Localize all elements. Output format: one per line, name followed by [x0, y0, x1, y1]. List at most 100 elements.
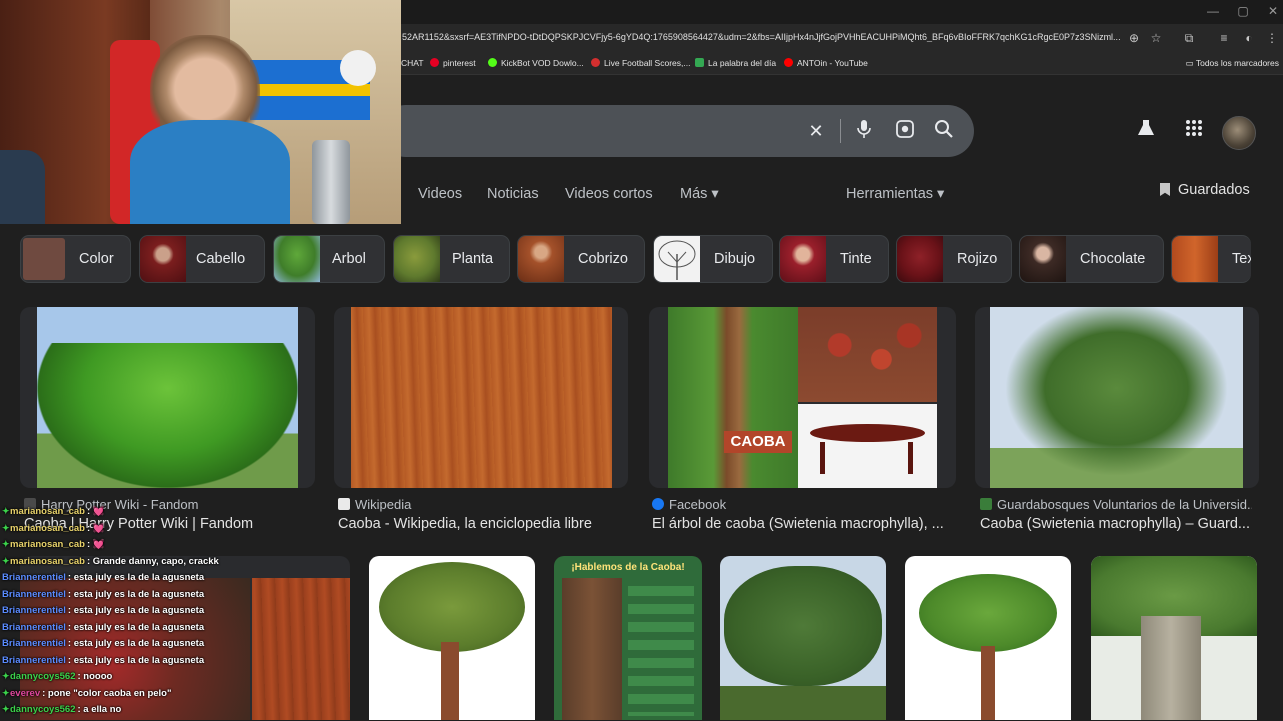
youtube-icon	[784, 58, 793, 67]
result-source[interactable]: Facebook	[652, 497, 726, 512]
chip-thumbnail	[897, 236, 943, 282]
bookmark-item[interactable]: La palabra del día	[695, 58, 776, 68]
camera-lens-icon[interactable]	[893, 119, 917, 143]
chat-message: Briannerentiel: esta july es la de la ag…	[2, 638, 205, 649]
menu-dots-icon[interactable]: ⋮	[1263, 29, 1281, 47]
bookmark-item[interactable]: CHAT	[401, 58, 424, 68]
chip-label: Tinte	[840, 251, 872, 267]
chip-thumbnail	[140, 236, 186, 282]
result-image-card[interactable]	[369, 556, 535, 720]
chip-cobrizo[interactable]: Cobrizo	[517, 235, 645, 283]
chat-message: ✦dannycoys562: a ella no	[2, 704, 122, 715]
tab-noticias[interactable]: Noticias	[487, 186, 539, 202]
chat-message: Briannerentiel: esta july es la de la ag…	[2, 572, 205, 583]
result-image-card[interactable]	[334, 307, 628, 488]
chip-arbol[interactable]: Arbol	[273, 235, 385, 283]
tree-bark	[562, 578, 622, 720]
close-icon[interactable]: ✕	[804, 119, 828, 143]
chip-label: Color	[79, 251, 114, 267]
chat-message: Briannerentiel: esta july es la de la ag…	[2, 605, 205, 616]
football-ball	[340, 50, 376, 86]
ground	[720, 686, 886, 720]
chip-label: Cabello	[196, 251, 246, 267]
tree-trunk	[441, 642, 459, 720]
foreground-object	[0, 150, 45, 224]
pinterest-icon	[430, 58, 439, 67]
labs-flask-icon[interactable]	[1133, 118, 1159, 144]
result-image	[724, 566, 882, 686]
result-image	[351, 307, 612, 488]
chip-thumbnail	[518, 236, 564, 282]
chat-message: ✦marianosan_cab: 💓	[2, 539, 105, 550]
stream-chat-overlay: ✦marianosan_cab: 💓 ✦marianosan_cab: 💓 ✦m…	[2, 506, 342, 721]
close-window-icon[interactable]: ✕	[1258, 2, 1283, 20]
chip-label: Rojizo	[957, 251, 998, 267]
chip-thumbnail	[780, 236, 826, 282]
saved-button[interactable]: Guardados	[1160, 182, 1250, 198]
chip-chocolate[interactable]: Chocolate	[1019, 235, 1164, 283]
result-image	[37, 307, 298, 488]
result-source[interactable]: Wikipedia	[338, 497, 411, 512]
tree-trunk	[1141, 616, 1201, 720]
chip-thumbnail	[23, 238, 65, 280]
profile-icon[interactable]: ◐	[1240, 29, 1258, 47]
chip-label: Tex	[1232, 251, 1251, 267]
bookmark-item[interactable]: KickBot VOD Dowlo...	[488, 58, 584, 68]
result-image	[379, 562, 525, 652]
chip-cabello[interactable]: Cabello	[139, 235, 265, 283]
result-title[interactable]: El árbol de caoba (Swietenia macrophylla…	[652, 516, 952, 532]
chat-message: Briannerentiel: esta july es la de la ag…	[2, 621, 205, 633]
result-image-card[interactable]: ¡Hablemos de la Caoba!	[554, 556, 702, 720]
guardabosques-icon	[980, 498, 992, 510]
chat-message: ✦marianosan_cab: 💓	[2, 506, 105, 517]
chip-rojizo[interactable]: Rojizo	[896, 235, 1012, 283]
caoba-overlay-label: CAOBA	[724, 431, 792, 453]
tab-videos-cortos[interactable]: Videos cortos	[565, 186, 653, 202]
palabra-icon	[695, 58, 704, 67]
result-source[interactable]: Guardabosques Voluntarios de la Universi…	[980, 497, 1252, 512]
search-input[interactable]: ✕	[380, 105, 974, 157]
result-image-card[interactable]: CAOBA	[649, 307, 956, 488]
zoom-icon[interactable]: ⊕	[1125, 29, 1143, 47]
chip-tex[interactable]: Tex	[1171, 235, 1251, 283]
result-image-card[interactable]	[1091, 556, 1257, 720]
tab-mas[interactable]: Más ▾	[680, 186, 719, 202]
maximize-icon[interactable]: ▢	[1228, 2, 1258, 20]
result-title[interactable]: Caoba - Wikipedia, la enciclopedia libre	[338, 516, 638, 532]
media-controls-icon[interactable]: ≡	[1215, 29, 1233, 47]
chat-message: Briannerentiel: esta july es la de la ag…	[2, 588, 205, 600]
result-image-card[interactable]	[975, 307, 1259, 488]
bookmark-item[interactable]: Live Football Scores,...	[591, 58, 690, 68]
chip-planta[interactable]: Planta	[393, 235, 510, 283]
facebook-icon	[652, 498, 664, 510]
star-bookmark-icon[interactable]: ☆	[1147, 29, 1165, 47]
url-text[interactable]: 52AR1152&sxsrf=AE3TifNPDO-tDtDQPSKPJCVFj…	[402, 32, 1120, 42]
chip-color[interactable]: Color	[20, 235, 131, 283]
result-image-card[interactable]	[20, 307, 315, 488]
apps-grid-icon[interactable]	[1181, 118, 1207, 144]
tab-videos[interactable]: Videos	[418, 186, 462, 202]
bookmark-item[interactable]: ANTOin - YouTube	[784, 58, 868, 68]
chat-message: ✦marianosan_cab: 💓	[2, 522, 105, 534]
search-icon[interactable]	[932, 119, 956, 143]
chip-tinte[interactable]: Tinte	[779, 235, 889, 283]
mic-icon[interactable]	[852, 119, 876, 143]
minimize-icon[interactable]: —	[1198, 2, 1228, 20]
extensions-icon[interactable]: ⧉	[1180, 29, 1198, 47]
chip-dibujo[interactable]: Dibujo	[653, 235, 773, 283]
chat-message: ✦marianosan_cab: Grande danny, capo, cra…	[2, 555, 219, 567]
result-image	[919, 574, 1057, 652]
chip-label: Cobrizo	[578, 251, 628, 267]
result-title[interactable]: Caoba (Swietenia macrophylla) – Guard...	[980, 516, 1255, 532]
result-image-card[interactable]	[720, 556, 886, 720]
chip-label: Arbol	[332, 251, 366, 267]
tools-button[interactable]: Herramientas ▾	[846, 186, 944, 202]
webcam-overlay	[0, 0, 401, 224]
result-image-card[interactable]	[905, 556, 1071, 720]
all-bookmarks-folder[interactable]: ▭ Todos los marcadores	[1186, 58, 1279, 69]
avatar[interactable]	[1222, 116, 1256, 150]
chip-label: Chocolate	[1080, 251, 1146, 267]
livescore-icon	[591, 58, 600, 67]
bookmark-item[interactable]: pinterest	[430, 58, 476, 68]
chip-thumbnail	[274, 236, 320, 282]
